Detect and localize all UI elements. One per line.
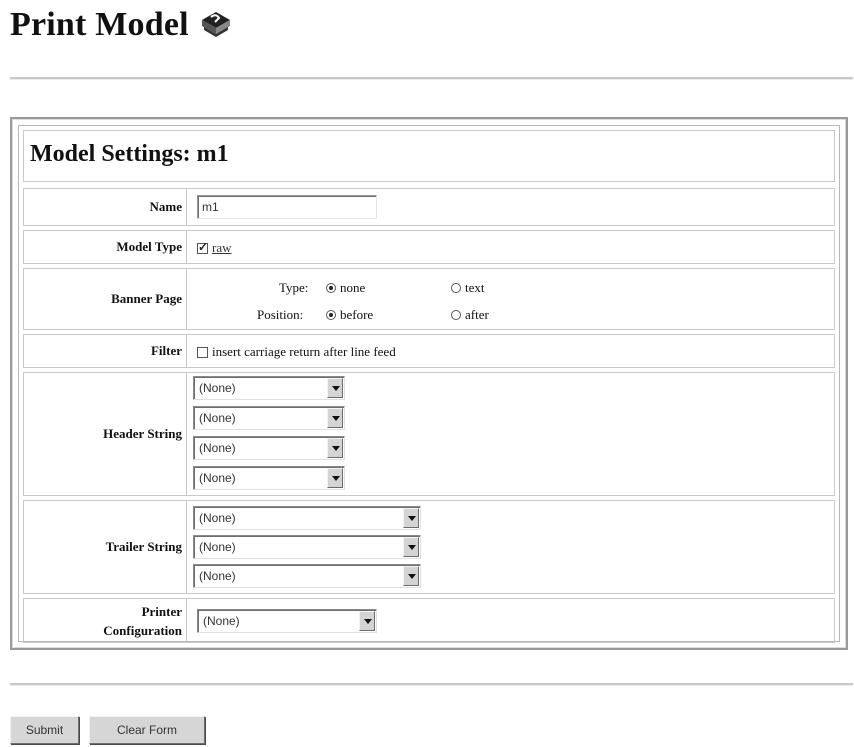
header-string-select-3[interactable]: (None) <box>193 436 345 460</box>
trailer-string-label: Trailer String <box>24 501 187 593</box>
book-icon <box>201 12 230 37</box>
model-type-row: Model Type raw <box>23 230 835 264</box>
banner-type-label: Type: <box>279 280 309 295</box>
banner-position-after-label: after <box>465 307 489 322</box>
model-type-label: Model Type <box>24 231 187 263</box>
chevron-down-icon <box>403 566 419 586</box>
chevron-down-icon <box>403 508 419 528</box>
banner-type-none-label: none <box>340 280 366 295</box>
printer-configuration-select[interactable]: (None) <box>197 609 377 633</box>
settings-heading: Model Settings: m1 <box>30 141 229 167</box>
trailer-string-select-3[interactable]: (None) <box>193 564 421 588</box>
printer-configuration-label: Printer Configuration <box>24 599 187 642</box>
trailer-string-select-2-value: (None) <box>199 540 236 554</box>
settings-panel: Model Settings: m1 Name Model Type raw B… <box>10 117 848 650</box>
trailer-string-select-3-value: (None) <box>199 569 236 583</box>
chevron-down-icon <box>327 468 343 488</box>
top-divider <box>10 77 853 80</box>
header-string-select-4[interactable]: (None) <box>193 466 345 490</box>
name-row: Name <box>23 188 835 226</box>
trailer-string-cell: (None) (None) (None) <box>191 501 834 593</box>
chevron-down-icon <box>403 537 419 557</box>
printer-configuration-label-line1: Printer <box>141 603 182 619</box>
header-string-select-3-value: (None) <box>199 441 236 455</box>
banner-page-cell: Type: none text Position: before after <box>191 269 834 329</box>
submit-button[interactable]: Submit <box>10 716 79 744</box>
model-type-cell: raw <box>191 231 834 263</box>
page-title: Print Model <box>10 6 233 44</box>
filter-crlf-label: insert carriage return after line feed <box>212 344 396 359</box>
banner-position-before-radio[interactable] <box>326 310 336 320</box>
header-string-select-4-value: (None) <box>199 471 236 485</box>
settings-header: Model Settings: m1 <box>23 130 835 182</box>
filter-option: insert carriage return after line feed <box>197 344 396 360</box>
trailer-string-select-1[interactable]: (None) <box>193 506 421 530</box>
header-string-select-1[interactable]: (None) <box>193 376 345 400</box>
trailer-string-select-2[interactable]: (None) <box>193 535 421 559</box>
name-label: Name <box>24 189 187 225</box>
banner-position-after-radio[interactable] <box>451 310 461 320</box>
page-title-text: Print Model <box>10 6 189 43</box>
banner-position-after: after <box>451 307 489 323</box>
printer-configuration-cell: (None) <box>191 599 834 642</box>
bottom-divider <box>10 683 853 686</box>
name-cell <box>191 189 834 225</box>
printer-configuration-label-line2: Configuration <box>103 622 182 638</box>
banner-type-none-radio[interactable] <box>326 283 336 293</box>
banner-page-row: Banner Page Type: none text Position: be… <box>23 268 835 330</box>
banner-type-text-radio[interactable] <box>451 283 461 293</box>
settings-table: Model Settings: m1 Name Model Type raw B… <box>18 125 840 643</box>
printer-configuration-row: Printer Configuration (None) <box>23 598 835 643</box>
chevron-down-icon <box>327 378 343 398</box>
filter-label: Filter <box>24 335 187 367</box>
banner-type-none: none <box>326 280 365 296</box>
clear-form-button[interactable]: Clear Form <box>89 716 205 744</box>
printer-configuration-select-value: (None) <box>203 614 240 628</box>
chevron-down-icon <box>327 438 343 458</box>
trailer-string-select-1-value: (None) <box>199 511 236 525</box>
banner-type-text-label: text <box>465 280 485 295</box>
filter-row: Filter insert carriage return after line… <box>23 334 835 368</box>
chevron-down-icon <box>359 611 375 631</box>
model-type-raw-link[interactable]: raw <box>212 240 232 256</box>
header-string-label: Header String <box>24 373 187 495</box>
filter-crlf-checkbox[interactable] <box>197 346 208 358</box>
banner-type-text: text <box>451 280 485 296</box>
header-string-select-2[interactable]: (None) <box>193 406 345 430</box>
name-input[interactable] <box>197 195 377 219</box>
header-string-cell: (None) (None) (None) (None) <box>191 373 834 495</box>
banner-page-label: Banner Page <box>24 269 187 329</box>
model-type-option: raw <box>197 240 232 256</box>
trailer-string-row: Trailer String (None) (None) (None) <box>23 500 835 594</box>
filter-cell: insert carriage return after line feed <box>191 335 834 367</box>
chevron-down-icon <box>327 408 343 428</box>
model-type-raw-checkbox[interactable] <box>197 240 208 255</box>
banner-position-label: Position: <box>257 307 304 322</box>
banner-position-before-label: before <box>340 307 374 322</box>
header-string-select-1-value: (None) <box>199 381 236 395</box>
header-string-row: Header String (None) (None) (None) (None… <box>23 372 835 496</box>
banner-position-before: before <box>326 307 373 323</box>
header-string-select-2-value: (None) <box>199 411 236 425</box>
